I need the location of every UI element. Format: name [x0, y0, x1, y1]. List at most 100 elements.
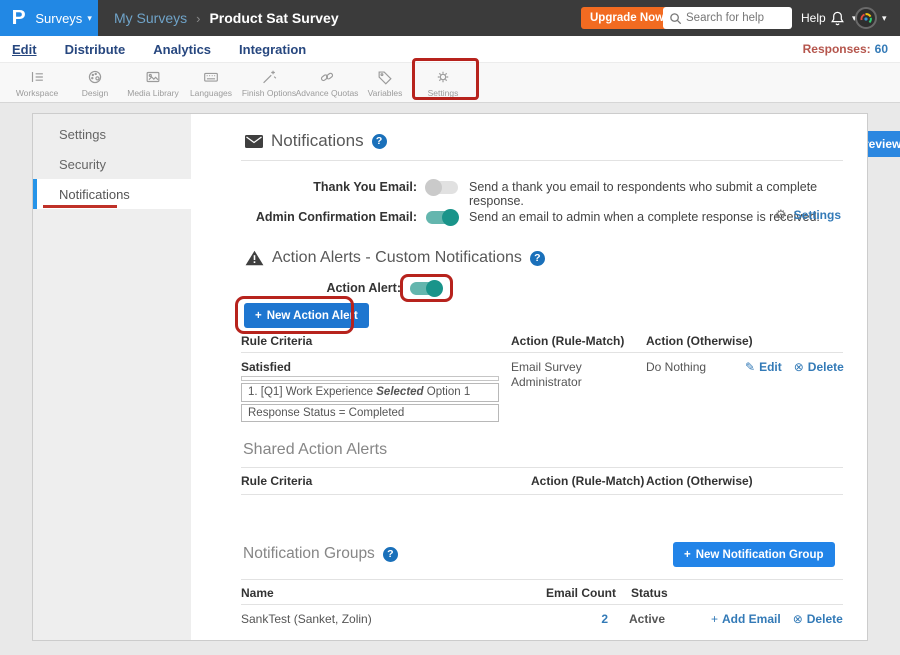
toolbar-settings[interactable]: Settings: [414, 63, 472, 103]
envelope-icon: [245, 135, 263, 148]
delete-group-link[interactable]: ⊗ Delete: [793, 612, 843, 626]
new-action-alert-button[interactable]: + New Action Alert: [244, 303, 369, 328]
criteria-row-1[interactable]: 1. [Q1] Work Experience Selected Option …: [241, 383, 499, 402]
toolbar-variables[interactable]: Variables: [356, 63, 414, 103]
search-icon: [669, 12, 682, 25]
col-name: Name: [241, 586, 274, 600]
help-search[interactable]: [663, 7, 792, 29]
search-input[interactable]: [686, 12, 786, 24]
notifications-bell[interactable]: ▾: [828, 0, 857, 36]
help-question-icon[interactable]: ?: [372, 134, 387, 149]
criteria-row-2[interactable]: Response Status = Completed: [241, 404, 499, 422]
tab-edit[interactable]: Edit: [12, 42, 37, 57]
notification-groups-title: Notification Groups ?: [243, 545, 398, 563]
questionpro-logo: P: [12, 8, 26, 28]
settings-panel: Settings Security Notifications Notifica…: [32, 113, 868, 641]
responses-label: Responses:: [803, 42, 871, 56]
toolbar-design[interactable]: Design: [66, 63, 124, 103]
warning-icon: [245, 250, 264, 266]
breadcrumb-current: Product Sat Survey: [209, 10, 338, 26]
toolbar-finish-options[interactable]: Finish Options: [240, 63, 298, 103]
action-rule-match-value: Email Survey Administrator: [511, 360, 611, 390]
criteria-group-strip: [241, 376, 499, 381]
col-email-count: Email Count: [546, 586, 616, 600]
responses-counter[interactable]: Responses: 60: [803, 36, 888, 62]
thank-you-email-label: Thank You Email:: [241, 180, 417, 194]
breadcrumb-parent[interactable]: My Surveys: [114, 10, 187, 26]
alert-row-actions: ✎ Edit ⊗ Delete: [745, 360, 844, 374]
tag-icon: [376, 68, 394, 86]
pencil-icon: ✎: [745, 360, 755, 374]
palette-icon: [86, 68, 104, 86]
toolbar-media-library[interactable]: Media Library: [124, 63, 182, 103]
group-status-badge[interactable]: Active: [629, 612, 665, 627]
admin-email-label: Admin Confirmation Email:: [241, 210, 417, 224]
delete-circle-icon: ⊗: [794, 360, 804, 374]
keyboard-icon: [202, 68, 220, 86]
thank-you-email-toggle[interactable]: [426, 181, 458, 194]
surveys-menu-label: Surveys: [35, 11, 82, 26]
admin-email-description: Send an email to admin when a complete r…: [469, 210, 820, 224]
primary-nav: Edit Distribute Analytics Integration Re…: [0, 36, 900, 62]
toolbar-languages[interactable]: Languages: [182, 63, 240, 103]
tab-analytics[interactable]: Analytics: [153, 42, 211, 57]
app-logo-menu[interactable]: P Surveys ▾: [0, 0, 98, 36]
upgrade-now-button[interactable]: Upgrade Now: [581, 7, 673, 29]
new-notification-group-button[interactable]: + New Notification Group: [673, 542, 835, 567]
tab-distribute[interactable]: Distribute: [65, 42, 126, 57]
notifications-section-title: Notifications ?: [245, 131, 387, 151]
col-rule-criteria: Rule Criteria: [241, 474, 312, 488]
divider: [241, 604, 843, 605]
sidebar-item-security[interactable]: Security: [33, 149, 191, 179]
chevron-down-icon: ▾: [882, 13, 887, 24]
gear-icon: ⚙: [775, 207, 787, 223]
plus-icon: +: [684, 549, 691, 561]
divider: [241, 467, 843, 468]
breadcrumb-separator-icon: ›: [196, 11, 200, 26]
col-action-otherwise: Action (Otherwise): [646, 334, 753, 348]
tab-integration[interactable]: Integration: [239, 42, 306, 57]
divider: [241, 494, 843, 495]
breadcrumb: My Surveys › Product Sat Survey: [114, 0, 339, 36]
divider: [241, 352, 843, 353]
delete-alert-link[interactable]: ⊗ Delete: [794, 360, 844, 374]
admin-email-settings-link[interactable]: ⚙ Settings: [775, 207, 841, 223]
settings-sidebar: Settings Security Notifications: [33, 114, 191, 640]
help-question-icon[interactable]: ?: [383, 547, 398, 562]
col-rule-criteria: Rule Criteria: [241, 334, 312, 348]
delete-circle-icon: ⊗: [793, 612, 803, 626]
account-menu[interactable]: ▾: [855, 0, 887, 36]
action-alert-label: Action Alert:: [243, 281, 401, 295]
shared-alerts-title: Shared Action Alerts: [243, 441, 387, 459]
toolbar-workspace[interactable]: Workspace: [8, 63, 66, 103]
admin-email-toggle[interactable]: [426, 211, 458, 224]
plus-icon: +: [255, 310, 262, 322]
help-link[interactable]: Help: [801, 0, 826, 36]
top-bar: P Surveys ▾ My Surveys › Product Sat Sur…: [0, 0, 900, 36]
group-name: SankTest (Sanket, Zolin): [241, 612, 372, 627]
avatar: [855, 7, 877, 29]
toolbar-advance-quotas[interactable]: Advance Quotas: [298, 63, 356, 103]
sidebar-item-settings[interactable]: Settings: [33, 119, 191, 149]
thank-you-email-description: Send a thank you email to respondents wh…: [469, 180, 867, 208]
plus-icon: +: [711, 612, 718, 626]
action-alert-toggle[interactable]: [410, 282, 442, 295]
col-status: Status: [631, 586, 668, 600]
divider: [241, 160, 843, 161]
action-otherwise-value: Do Nothing: [646, 360, 706, 375]
action-alerts-section-title: Action Alerts - Custom Notifications ?: [245, 249, 545, 267]
survey-toolbar: Workspace Design Media Library Languages…: [0, 62, 900, 103]
col-action-otherwise: Action (Otherwise): [646, 474, 753, 488]
group-email-count[interactable]: 2: [573, 612, 608, 627]
magic-wand-icon: [260, 68, 278, 86]
bell-icon: [828, 9, 847, 28]
col-action-rule-match: Action (Rule-Match): [531, 474, 644, 488]
sidebar-item-notifications[interactable]: Notifications: [33, 179, 191, 209]
workspace-icon: [28, 68, 46, 86]
responses-value: 60: [875, 42, 888, 56]
group-row-actions: + Add Email ⊗ Delete: [711, 612, 843, 626]
divider: [241, 579, 843, 580]
edit-alert-link[interactable]: ✎ Edit: [745, 360, 782, 374]
add-email-link[interactable]: + Add Email: [711, 612, 781, 626]
help-question-icon[interactable]: ?: [530, 251, 545, 266]
